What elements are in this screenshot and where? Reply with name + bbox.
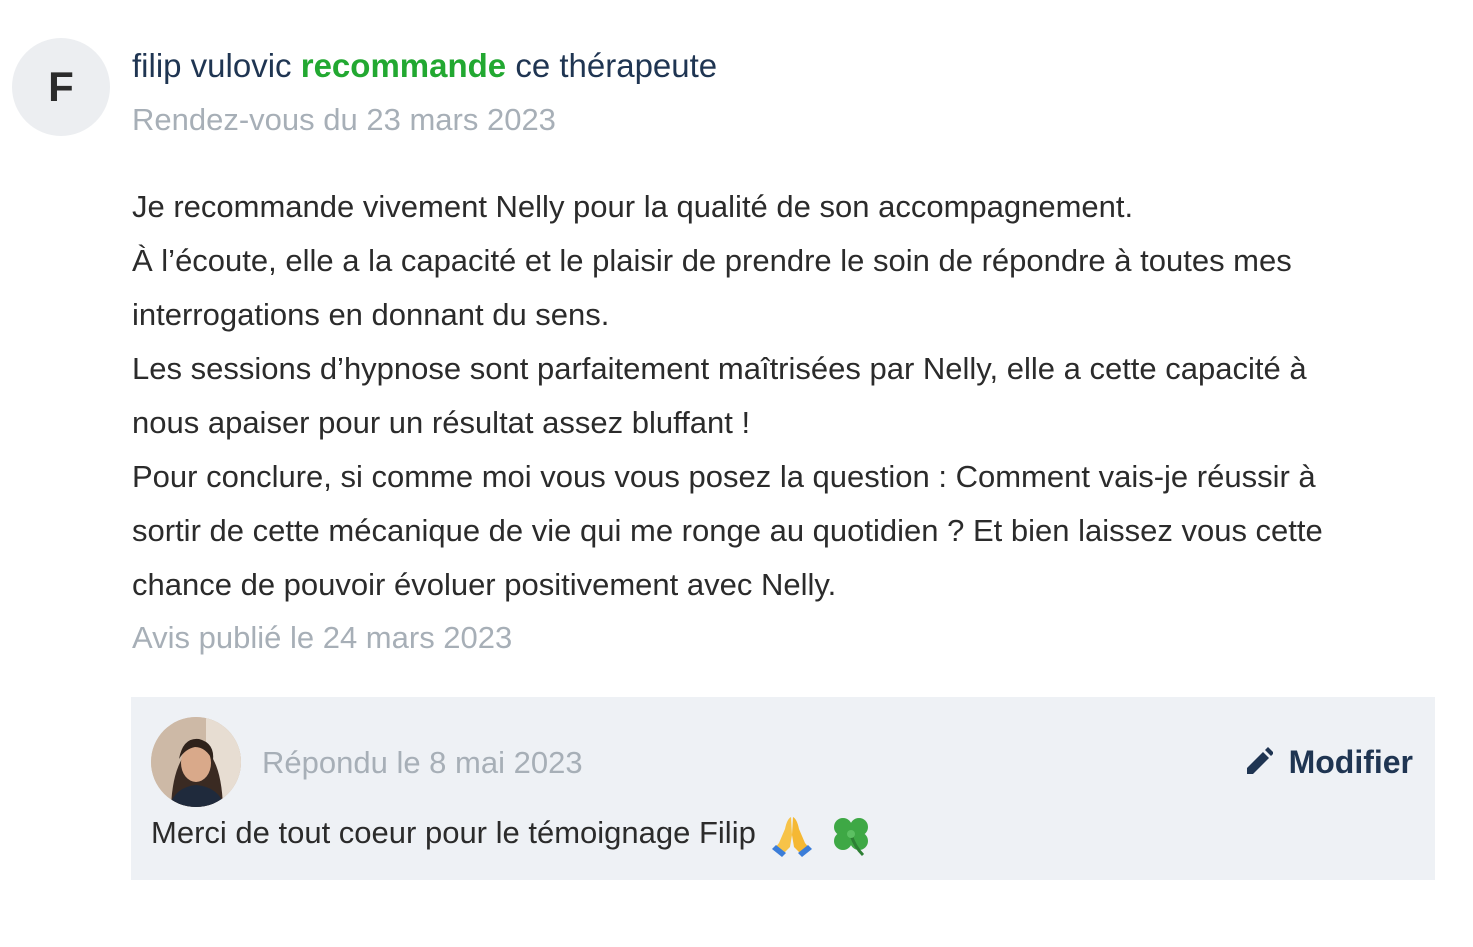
review-line: interrogations en donnant du sens. [132, 297, 610, 332]
review-line: Pour conclure, si comme moi vous vous po… [132, 459, 1316, 494]
modify-label: Modifier [1288, 744, 1413, 780]
recommend-label: recommande [300, 47, 507, 84]
modify-button[interactable]: Modifier [1243, 739, 1413, 785]
review-body: Je recommande vivement Nelly pour la qua… [132, 180, 1432, 612]
review-line: sortir de cette mécanique de vie qui me … [132, 513, 1323, 548]
author-name: filip vulovic [132, 47, 292, 84]
reply-box: Répondu le 8 mai 2023 Modifier Merci de … [131, 697, 1435, 880]
header-suffix: ce thérapeute [515, 47, 718, 84]
published-date: Avis publié le 24 mars 2023 [132, 620, 513, 655]
review-header: filip vulovic recommande ce thérapeute [132, 44, 717, 88]
four-leaf-clover-icon [834, 817, 869, 856]
reply-message: Merci de tout coeur pour le témoignage F… [151, 815, 756, 850]
folded-hands-icon [772, 816, 813, 857]
therapist-photo [151, 717, 241, 807]
review-line: À l’écoute, elle a la capacité et le pla… [132, 243, 1292, 278]
review-line: chance de pouvoir évoluer positivement a… [132, 567, 837, 602]
review-line: Les sessions d’hypnose sont parfaitement… [132, 351, 1307, 386]
pencil-icon [1246, 747, 1273, 774]
review-line: Je recommande vivement Nelly pour la qua… [132, 189, 1134, 224]
therapist-avatar [151, 717, 241, 807]
author-initial: F [48, 63, 74, 110]
appointment-date: Rendez-vous du 23 mars 2023 [132, 102, 556, 137]
reply-text: Merci de tout coeur pour le témoignage F… [151, 811, 873, 857]
author-avatar: F [12, 38, 110, 136]
reply-date: Répondu le 8 mai 2023 [262, 745, 583, 780]
review-line: nous apaiser pour un résultat assez bluf… [132, 405, 751, 440]
